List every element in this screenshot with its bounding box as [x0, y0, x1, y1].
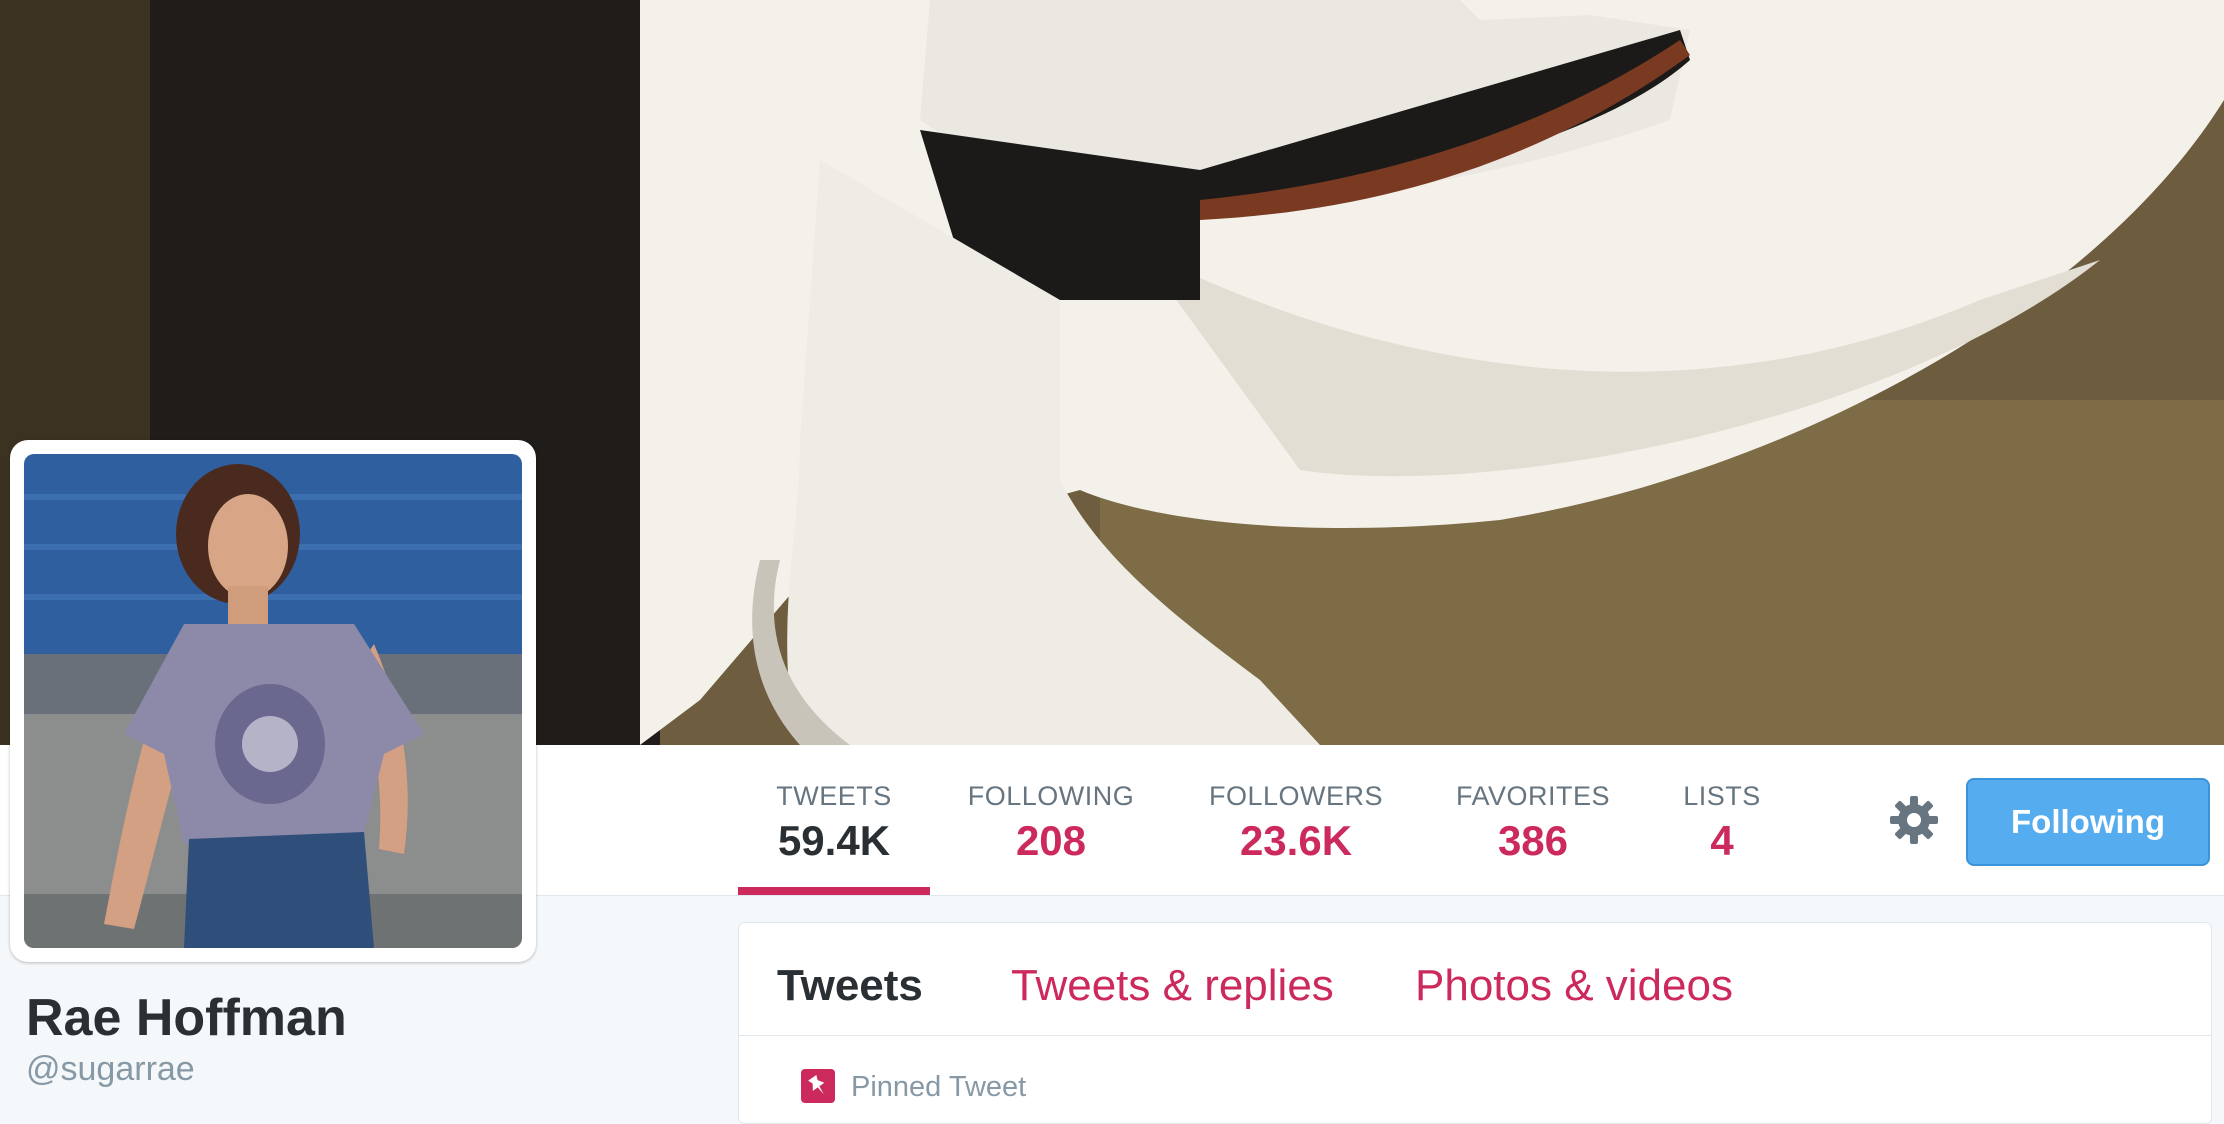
stat-value: 59.4K — [777, 817, 891, 864]
stat-label: FOLLOWERS — [1208, 781, 1384, 811]
stat-followers[interactable]: FOLLOWERS 23.6K — [1198, 745, 1394, 895]
tab-tweets-replies[interactable]: Tweets & replies — [1011, 961, 1334, 1011]
stat-lists[interactable]: LISTS 4 — [1672, 745, 1772, 895]
stat-label: FAVORITES — [1455, 781, 1611, 811]
stat-favorites[interactable]: FAVORITES 386 — [1448, 745, 1618, 895]
profile-name[interactable]: Rae Hoffman — [26, 988, 347, 1048]
stat-value: 4 — [1710, 817, 1734, 864]
tab-photos-videos[interactable]: Photos & videos — [1415, 961, 1733, 1011]
following-button[interactable]: Following — [1966, 778, 2210, 866]
avatar-photo — [24, 454, 522, 948]
timeline-card: Tweets Tweets & replies Photos & videos … — [738, 922, 2212, 1124]
avatar[interactable] — [10, 440, 536, 962]
pin-icon — [801, 1069, 835, 1103]
gear-icon[interactable] — [1880, 792, 1948, 848]
stat-label: LISTS — [1683, 781, 1761, 811]
pinned-tweet-label: Pinned Tweet — [851, 1071, 1027, 1103]
stat-following[interactable]: FOLLOWING 208 — [958, 745, 1144, 895]
stat-value: 386 — [1497, 817, 1569, 864]
timeline-tabs: Tweets Tweets & replies Photos & videos — [739, 923, 2211, 1036]
stat-value: 208 — [1015, 817, 1087, 864]
stat-label: TWEETS — [776, 781, 892, 811]
stat-label: FOLLOWING — [967, 781, 1135, 811]
stat-tweets[interactable]: TWEETS 59.4K — [738, 745, 930, 895]
tab-tweets[interactable]: Tweets — [777, 961, 923, 1011]
profile-handle[interactable]: @sugarrae — [26, 1050, 195, 1089]
stat-value: 23.6K — [1239, 817, 1353, 864]
